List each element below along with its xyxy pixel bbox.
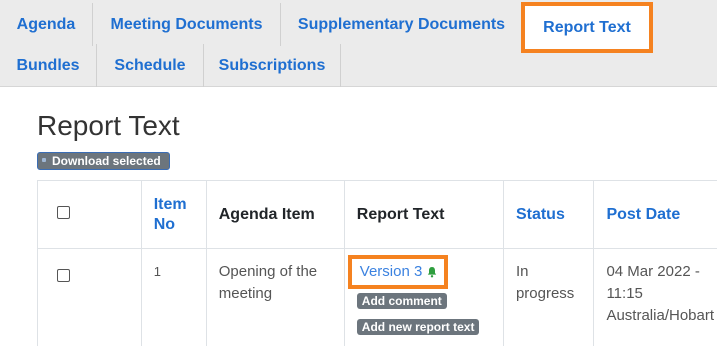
row-select-cell [37, 248, 142, 346]
add-comment-button[interactable]: Add comment [356, 293, 447, 309]
post-date-cell: 04 Mar 2022 - 11:15 Australia/Hobart [593, 248, 717, 346]
row-checkbox[interactable] [57, 269, 70, 282]
column-header-status[interactable]: Status [502, 180, 595, 249]
report-text-table: Item No Agenda Item Report Text Status P… [37, 180, 717, 346]
add-new-report-text-button[interactable]: Add new report text [356, 319, 480, 335]
status-cell: In progress [502, 248, 595, 346]
tab-supplementary-documents[interactable]: Supplementary Documents [281, 3, 523, 46]
page-title: Report Text [37, 110, 180, 141]
column-header-agenda-item: Agenda Item [205, 180, 345, 249]
version-link[interactable]: Version 3 [360, 261, 423, 283]
add-comment-row: Add comment [356, 290, 491, 312]
report-text-cell: Version 3 Add comment Add new report tex… [343, 248, 504, 346]
download-selected-label: Download selected [52, 154, 161, 168]
tab-subscriptions[interactable]: Subscriptions [204, 44, 341, 87]
tab-schedule[interactable]: Schedule [97, 44, 204, 87]
tab-meeting-documents[interactable]: Meeting Documents [93, 3, 281, 46]
add-report-row: Add new report text [356, 316, 491, 338]
column-header-report-text: Report Text [343, 180, 504, 249]
column-header-item-no[interactable]: Item No [140, 180, 207, 249]
tab-report-text[interactable]: Report Text [521, 2, 653, 53]
tab-agenda[interactable]: Agenda [0, 3, 93, 46]
download-icon [42, 158, 46, 162]
agenda-item-cell: Opening of the meeting [205, 248, 345, 346]
table-row: 1 Opening of the meeting Version 3 Add c… [37, 248, 717, 346]
tab-bundles[interactable]: Bundles [0, 44, 97, 87]
table-header-row: Item No Agenda Item Report Text Status P… [37, 180, 717, 249]
download-selected-button[interactable]: Download selected [37, 152, 170, 170]
bell-icon [428, 267, 437, 278]
version-highlight: Version 3 [347, 255, 449, 289]
item-no-cell: 1 [140, 248, 207, 346]
tab-bar: Agenda Meeting Documents Supplementary D… [0, 0, 717, 87]
column-header-post-date[interactable]: Post Date [593, 180, 717, 249]
select-all-cell [37, 180, 142, 249]
select-all-checkbox[interactable] [57, 205, 70, 219]
item-no: 1 [153, 264, 161, 279]
